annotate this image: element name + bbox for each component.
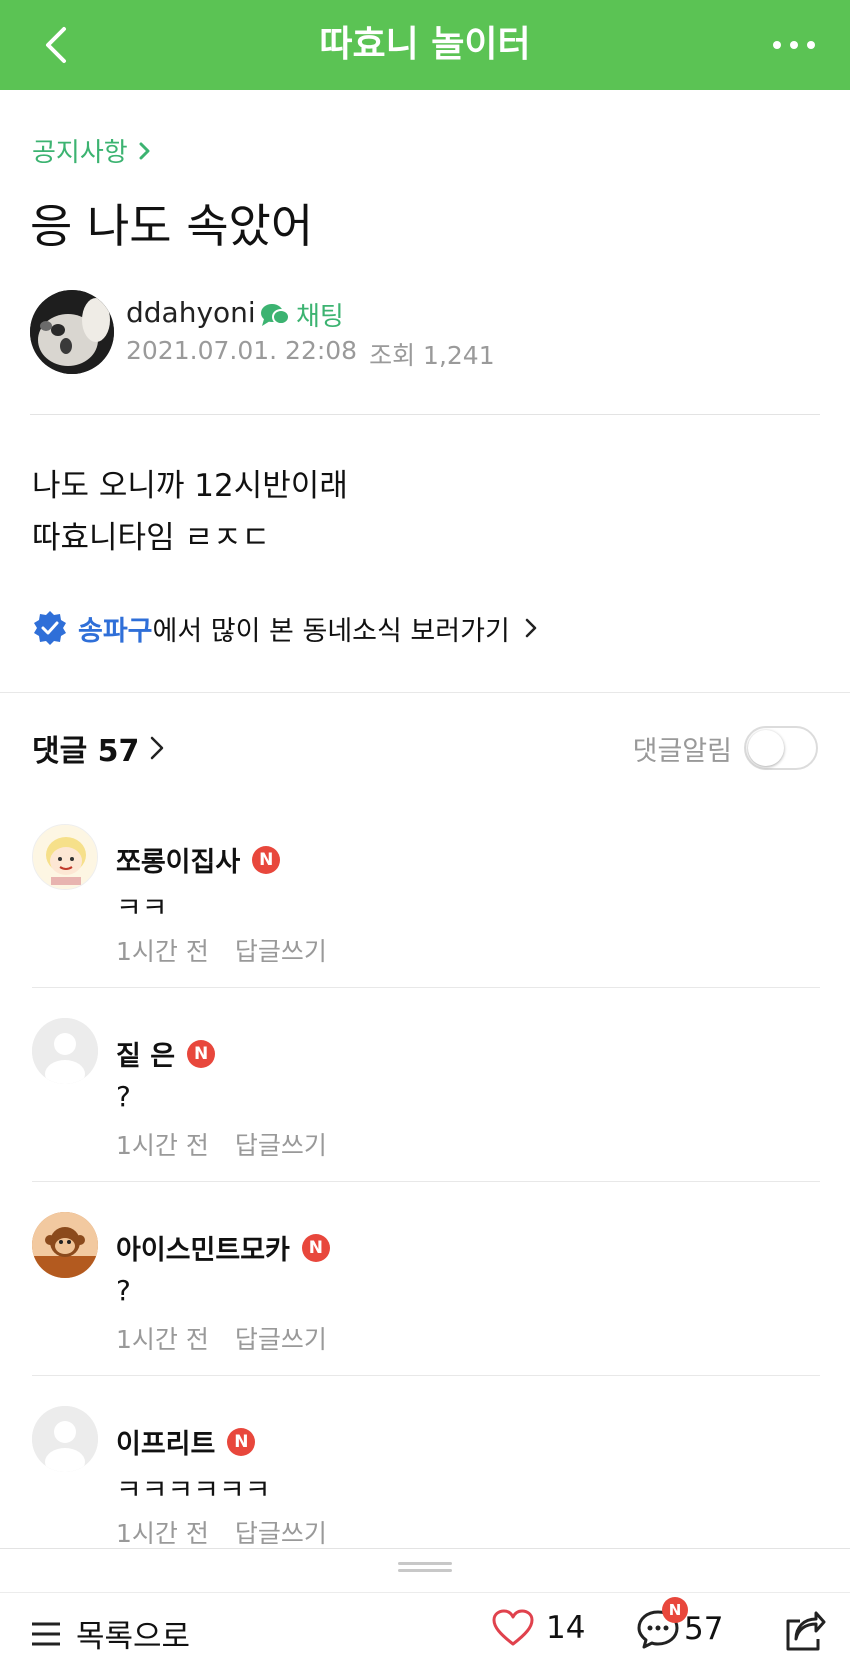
new-badge: N (252, 845, 281, 874)
comments-count-label: 댓글 57 (32, 734, 140, 769)
app-title: 따효니 놀이터 (319, 24, 531, 65)
commenter-name[interactable]: 이프리트 (116, 1422, 215, 1461)
heart-icon (492, 1609, 534, 1646)
verified-check-icon (34, 611, 66, 645)
comment-text: ㅋㅋㅋㅋㅋㅋ (116, 1473, 271, 1506)
cartoon-monkey-icon (32, 1212, 98, 1278)
comment-divider (32, 1181, 820, 1182)
top-app-bar: 따효니 놀이터 (0, 0, 850, 90)
commenter-name-row: 쪼롱이집사 N (116, 840, 281, 879)
comment-text: ㅋㅋ (116, 891, 168, 924)
comments-bottom-divider (0, 1548, 850, 1549)
local-news-link[interactable]: 송파구 에서 많이 본 동네소식 보러가기 (32, 606, 542, 650)
chevron-right-icon (525, 618, 537, 638)
menu-lines-icon (32, 1622, 60, 1645)
commenter-name[interactable]: 쪼롱이집사 (116, 840, 240, 879)
author-avatar[interactable] (30, 290, 114, 374)
like-button[interactable]: 14 (492, 1609, 585, 1647)
commenter-avatar[interactable] (32, 824, 98, 890)
share-icon (786, 1611, 826, 1651)
commenter-avatar[interactable] (32, 1212, 98, 1278)
reply-button[interactable]: 답글쓰기 (235, 1514, 327, 1550)
comment-meta: 1시간 전 답글쓰기 (116, 1514, 327, 1550)
comment-meta: 1시간 전 답글쓰기 (116, 932, 327, 968)
more-options-button[interactable] (758, 18, 830, 72)
commenter-name-row: 짙 은 N (116, 1034, 216, 1073)
more-dots-icon (773, 41, 815, 49)
comment-item: 짙 은 N ? 1시간 전 답글쓰기 (32, 1018, 820, 1212)
comment-alarm-toggle[interactable] (744, 726, 818, 770)
comment-count: 57 (684, 1611, 724, 1647)
back-to-list-label: 목록으로 (76, 1619, 191, 1655)
comment-alarm-label: 댓글알림 (632, 735, 732, 767)
commenter-name[interactable]: 짙 은 (116, 1034, 175, 1073)
post-body-line: 나도 오니까 12시반이래 (32, 468, 348, 504)
default-user-icon (32, 1018, 98, 1084)
comment-divider (32, 1375, 820, 1376)
comment-time: 1시간 전 (116, 937, 209, 966)
chevron-right-icon (151, 736, 164, 760)
cartoon-character-icon (33, 825, 97, 889)
new-badge: N (662, 1597, 688, 1623)
comment-divider (32, 987, 820, 988)
reply-button[interactable]: 답글쓰기 (235, 932, 327, 968)
author-block: ddahyoni 채팅 2021.07.01. 22:08 조회 1,241 (30, 290, 820, 376)
comments-header-link[interactable]: 댓글 57 (32, 726, 167, 770)
reply-button[interactable]: 답글쓰기 (235, 1126, 327, 1162)
new-badge: N (301, 1233, 330, 1262)
comment-icon-wrap: N (636, 1597, 688, 1651)
new-badge: N (187, 1039, 216, 1068)
comment-time: 1시간 전 (116, 1519, 209, 1548)
chat-button[interactable]: 채팅 (260, 296, 344, 333)
back-button[interactable] (30, 18, 84, 72)
commenter-name-row: 아이스민트모카 N (116, 1228, 330, 1267)
share-button[interactable] (782, 1611, 826, 1657)
post-body: 나도 오니까 12시반이래 따효니타임 ㄹㅈㄷ (32, 460, 348, 564)
chat-label: 채팅 (296, 302, 344, 332)
post-title: 응 나도 속았어 (30, 199, 314, 253)
board-link[interactable]: 공지사항 (32, 132, 150, 169)
comment-meta: 1시간 전 답글쓰기 (116, 1320, 327, 1356)
drag-handle[interactable] (398, 1562, 452, 1574)
like-count: 14 (546, 1610, 586, 1646)
comment-time: 1시간 전 (116, 1325, 209, 1354)
chevron-left-icon (46, 27, 66, 63)
divider (30, 414, 820, 415)
commenter-name-row: 이프리트 N (116, 1422, 256, 1461)
comment-item: 아이스민트모카 N ? 1시간 전 답글쓰기 (32, 1212, 820, 1406)
view-count: 조회 1,241 (369, 341, 495, 370)
section-divider (0, 692, 850, 693)
chevron-right-icon (139, 142, 150, 159)
toggle-knob (748, 730, 784, 766)
back-to-list-button[interactable]: 목록으로 (30, 1611, 190, 1656)
comment-item: 쪼롱이집사 N ㅋㅋ 1시간 전 답글쓰기 (32, 824, 820, 1018)
commenter-name[interactable]: 아이스민트모카 (116, 1228, 290, 1267)
region-name: 송파구 (78, 615, 153, 647)
board-name: 공지사항 (32, 138, 128, 168)
post-date: 2021.07.01. 22:08 (126, 336, 358, 365)
comment-text: ? (116, 1080, 131, 1113)
comment-time: 1시간 전 (116, 1131, 209, 1160)
commenter-avatar[interactable] (32, 1406, 98, 1472)
comment-alarm: 댓글알림 (633, 726, 818, 770)
comment-button[interactable]: N 57 (636, 1597, 724, 1651)
chat-bubbles-icon (261, 303, 290, 326)
cat-photo-icon (30, 290, 114, 374)
new-badge: N (227, 1427, 256, 1456)
reply-button[interactable]: 답글쓰기 (235, 1320, 327, 1356)
author-name[interactable]: ddahyoni (126, 296, 256, 329)
default-user-icon (32, 1406, 98, 1472)
post-meta: 2021.07.01. 22:08 조회 1,241 (126, 336, 495, 372)
commenter-avatar[interactable] (32, 1018, 98, 1084)
comment-text: ? (116, 1274, 131, 1307)
comment-meta: 1시간 전 답글쓰기 (116, 1126, 327, 1162)
bottom-bar: 목록으로 14 N 57 (0, 1592, 850, 1680)
post-body-line: 따효니타임 ㄹㅈㄷ (32, 520, 271, 556)
local-news-text: 에서 많이 본 동네소식 보러가기 (152, 615, 510, 647)
